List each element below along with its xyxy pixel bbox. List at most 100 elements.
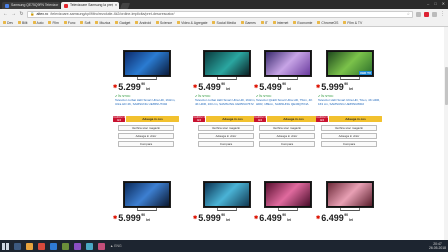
- tray-area[interactable]: ▲ ENG: [110, 244, 122, 248]
- bookmark-label: Auto: [36, 20, 44, 25]
- tv-stand: [340, 208, 360, 211]
- tv-screen: [123, 181, 171, 208]
- bookmark-item[interactable]: Soft: [80, 21, 90, 25]
- bookmark-item[interactable]: IT: [260, 21, 268, 25]
- bookmark-item[interactable]: Auto: [32, 20, 44, 25]
- scrollbar[interactable]: [444, 27, 448, 240]
- forward-icon[interactable]: →: [11, 11, 16, 17]
- add-to-cart-button[interactable]: Adauga in cos: [126, 116, 179, 122]
- bookmark-item[interactable]: Social Media: [212, 21, 236, 25]
- product-title-link[interactable]: Televizor curbat LED Smart Ultra HD, 163…: [115, 98, 177, 107]
- minimize-button[interactable]: –: [427, 1, 429, 6]
- menu-icon[interactable]: ⋮: [440, 11, 445, 17]
- check-store-stock-button[interactable]: Verifica stoc magazin: [259, 125, 315, 131]
- bookmark-item[interactable]: Android: [135, 21, 151, 25]
- add-to-cart-button[interactable]: Adauga in cos: [267, 116, 320, 122]
- compare-button[interactable]: Compara: [259, 141, 315, 147]
- product-card[interactable]: ✱ 6.499 90 lei: [254, 181, 324, 240]
- promo-star-icon: ✱: [113, 84, 118, 90]
- scrollbar-thumb[interactable]: [444, 67, 448, 105]
- lock-icon: 🔒: [30, 12, 35, 16]
- product-card[interactable]: ✱ 5.299 90 lei ✔ ÎN STOC Televizor curbat LED…: [113, 50, 183, 190]
- bookmark-item[interactable]: Func: [63, 21, 75, 25]
- clock[interactable]: 20:47 26.05.2018: [429, 242, 446, 250]
- bookmark-label: Economie: [297, 20, 313, 25]
- promo-star-icon: ✱: [316, 84, 321, 90]
- close-tab-icon[interactable]: ✕: [115, 2, 118, 9]
- bookmark-item[interactable]: Games: [240, 20, 256, 25]
- bookmark-label: Games: [244, 20, 256, 25]
- chrome-icon[interactable]: [38, 242, 45, 250]
- tv-image[interactable]: UHD TV: [326, 50, 374, 80]
- tv-screen: UHD TV: [326, 50, 374, 77]
- folder-icon: [3, 21, 6, 24]
- edge-icon[interactable]: [50, 242, 57, 250]
- product-card[interactable]: ✱ 6.499 90 lei: [316, 181, 386, 240]
- tv-screen: [326, 181, 374, 208]
- product-card[interactable]: ✱ 5.499 90 lei ✔ ÎN STOC Televizor curbat LED…: [193, 50, 263, 190]
- app-icon[interactable]: [62, 242, 69, 250]
- price-currency: lei: [287, 86, 292, 91]
- product-card[interactable]: ✱ 5.999 90 lei: [193, 181, 263, 240]
- explorer-icon[interactable]: [26, 242, 33, 250]
- start-icon[interactable]: [2, 242, 9, 250]
- back-icon[interactable]: ←: [3, 11, 8, 17]
- product-title-link[interactable]: Televizor QLED Smart Ultra HD, 75cm, 4K …: [256, 98, 318, 107]
- add-to-wishlist-button[interactable]: Adauga in viitor: [259, 133, 315, 139]
- tab-samsung-product[interactable]: Samsung QE75Q9FN Televizor ✕: [2, 2, 60, 9]
- bookmark-item[interactable]: Science: [156, 21, 172, 25]
- price-currency: lei: [146, 86, 151, 91]
- app-icon[interactable]: [86, 242, 93, 250]
- app-icon[interactable]: [74, 242, 81, 250]
- check-store-stock-button[interactable]: Verifica stoc magazin: [198, 125, 254, 131]
- extension-icon[interactable]: [416, 11, 421, 17]
- price-currency: lei: [349, 86, 354, 91]
- add-to-cart-button[interactable]: Adauga in cos: [329, 116, 382, 122]
- bookmark-item[interactable]: Internet: [272, 21, 288, 25]
- compare-button[interactable]: Compara: [198, 141, 254, 147]
- tab-televizoare[interactable]: Televizoare Samsung la preț ✕: [61, 2, 119, 9]
- address-bar[interactable]: 🔒 altex.ro /televizoare-samsung/cpl/filt…: [27, 10, 413, 18]
- add-to-wishlist-button[interactable]: Adauga in viitor: [198, 133, 254, 139]
- tv-image[interactable]: [203, 181, 251, 211]
- maximize-button[interactable]: □: [434, 1, 436, 6]
- product-card[interactable]: UHD TV ✱ 5.999 90 lei ✔ ÎN STOC Televizor LED …: [316, 50, 386, 190]
- close-window-button[interactable]: ✕: [442, 1, 445, 6]
- add-to-wishlist-button[interactable]: Adauga in viitor: [321, 133, 377, 139]
- compare-button[interactable]: Compara: [321, 141, 377, 147]
- bookmark-item[interactable]: Dev: [3, 21, 13, 25]
- app-icon[interactable]: [98, 242, 105, 250]
- product-card[interactable]: ✱ 5.999 90 lei: [113, 181, 183, 240]
- tv-image[interactable]: [203, 50, 251, 80]
- bookmark-item[interactable]: ChromeOS: [317, 21, 338, 25]
- tv-image[interactable]: [264, 50, 312, 80]
- price-value: 6.499: [259, 213, 282, 223]
- tv-image[interactable]: [123, 181, 171, 211]
- product-title-link[interactable]: Televizor curbat LED Smart Ultra HD, 163…: [195, 98, 257, 107]
- tab-strip: Samsung QE75Q9FN Televizor ✕ Televizoare…: [0, 0, 448, 9]
- bookmark-item[interactable]: Bilit: [18, 21, 28, 25]
- compare-button[interactable]: Compara: [118, 141, 174, 147]
- reload-icon[interactable]: ↻: [19, 11, 24, 17]
- product-card[interactable]: ✱ 5.499 90 lei ✔ ÎN STOC Televizor QLED Smart…: [254, 50, 324, 190]
- bookmark-item[interactable]: Film: [48, 21, 59, 25]
- check-store-stock-button[interactable]: Verifica stoc magazin: [118, 125, 174, 131]
- check-store-stock-button[interactable]: Verifica stoc magazin: [321, 125, 377, 131]
- tv-image[interactable]: [326, 181, 374, 211]
- search-icon[interactable]: [14, 242, 21, 250]
- product-title-link[interactable]: Televizor LED Smart Ultra HD, Tizen, 4K …: [318, 98, 380, 107]
- star-icon[interactable]: ☆: [407, 12, 410, 16]
- add-to-cart-button[interactable]: Adauga in cos: [206, 116, 259, 122]
- tv-image[interactable]: [264, 181, 312, 211]
- bookmark-item[interactable]: Muzica: [95, 21, 110, 25]
- bookmark-item[interactable]: Film & TV: [343, 21, 362, 25]
- product-price: ✱ 5.299 90 lei: [113, 82, 150, 92]
- bookmark-item[interactable]: Economie: [293, 21, 312, 25]
- bookmark-item[interactable]: Video & Agregate: [177, 21, 207, 25]
- price-value: 6.499: [321, 213, 344, 223]
- bookmark-item[interactable]: Gadget: [115, 21, 130, 25]
- extension-icon[interactable]: [424, 11, 429, 17]
- extension-icon[interactable]: [432, 11, 437, 17]
- tv-image[interactable]: [123, 50, 171, 80]
- add-to-wishlist-button[interactable]: Adauga in viitor: [118, 133, 174, 139]
